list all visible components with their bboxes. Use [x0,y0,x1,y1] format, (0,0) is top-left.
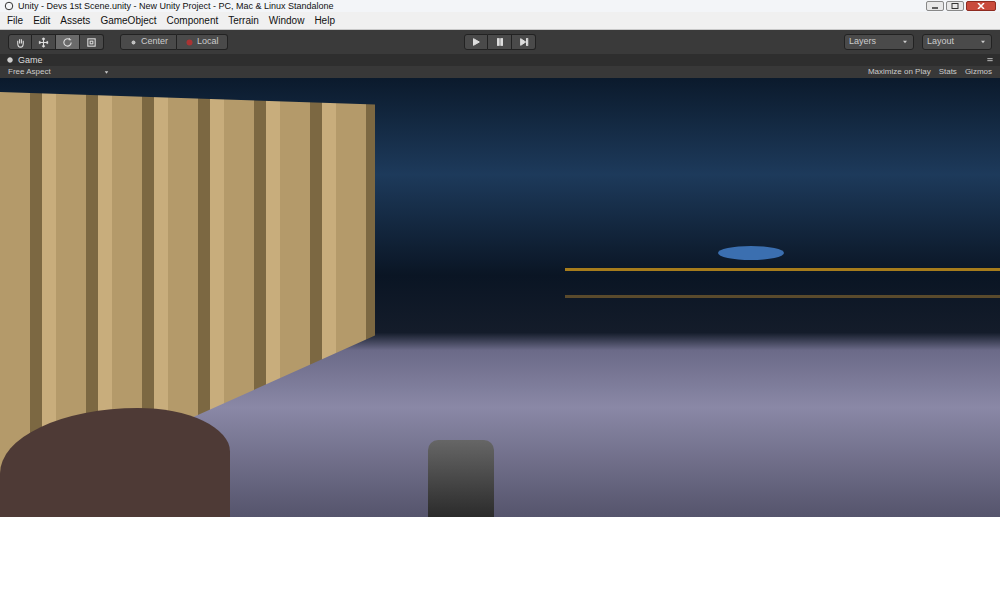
layout-dropdown[interactable]: Layout [922,34,992,50]
maximize-button[interactable] [946,1,964,11]
game-icon [6,56,14,64]
game-option[interactable]: Maximize on Play [868,66,931,78]
pivot-group: Center Local [120,34,228,50]
unity-icon [4,1,14,11]
toolbar: Center Local Layers Layout [0,30,1000,54]
game-subbar: Free Aspect Maximize on Play Stats Gizmos [0,66,1000,78]
pivot-center-button[interactable]: Center [120,34,177,50]
pivot-local-button[interactable]: Local [177,34,228,50]
menu-item[interactable]: Assets [55,12,95,29]
game-tab-bar: Game [0,54,1000,66]
pivot-icon [129,38,138,47]
window-title: Unity - Devs 1st Scene.unity - New Unity… [18,0,926,12]
catwalk [565,268,1000,298]
pause-icon [495,37,505,47]
step-button[interactable] [512,34,536,50]
hover-ship [718,246,784,260]
dropdown-arrow-icon [979,38,987,46]
aspect-label: Free Aspect [8,66,51,78]
game-tab[interactable]: Game [18,54,982,66]
tool-button[interactable] [56,34,80,50]
pivot-local-label: Local [197,35,219,49]
aspect-dropdown[interactable]: Free Aspect [8,66,110,78]
tool-button[interactable] [32,34,56,50]
step-icon [519,37,529,47]
close-button[interactable] [966,1,996,11]
menu-item[interactable]: Window [264,12,310,29]
game-view[interactable] [0,78,1000,517]
play-button[interactable] [464,34,488,50]
dropdown-arrow-icon [901,38,909,46]
title-bar: Unity - Devs 1st Scene.unity - New Unity… [0,0,1000,12]
local-icon [185,38,194,47]
playback-group [464,34,536,50]
tool-button[interactable] [8,34,32,50]
menu-item[interactable]: Terrain [223,12,264,29]
move-icon [38,37,49,48]
menu-item[interactable]: GameObject [95,12,161,29]
dropdown-arrow-icon [103,69,110,76]
menu-item[interactable]: Edit [28,12,55,29]
layout-label: Layout [927,35,954,49]
toolbar-right: Layers Layout [536,34,992,50]
game-option[interactable]: Gizmos [965,66,992,78]
tool-group [8,34,104,50]
playback-controls [464,34,536,50]
menu-item[interactable]: Component [162,12,224,29]
layers-label: Layers [849,35,876,49]
pause-button[interactable] [488,34,512,50]
game-option[interactable]: Stats [939,66,957,78]
player-robot [428,440,494,517]
menu-bar: FileEditAssetsGameObjectComponentTerrain… [0,12,1000,30]
menu-item[interactable]: Help [309,12,340,29]
layers-dropdown[interactable]: Layers [844,34,914,50]
panel-menu-icon [986,56,994,64]
minimize-button[interactable] [926,1,944,11]
tool-button[interactable] [80,34,104,50]
game-options: Maximize on Play Stats Gizmos [868,66,992,78]
rotate-icon [62,37,73,48]
scale-icon [86,37,97,48]
hand-icon [15,37,26,48]
pivot-center-label: Center [141,35,168,49]
toolbar-left: Center Local [8,34,464,50]
menu-item[interactable]: File [2,12,28,29]
play-icon [471,37,481,47]
window-controls [926,1,996,11]
